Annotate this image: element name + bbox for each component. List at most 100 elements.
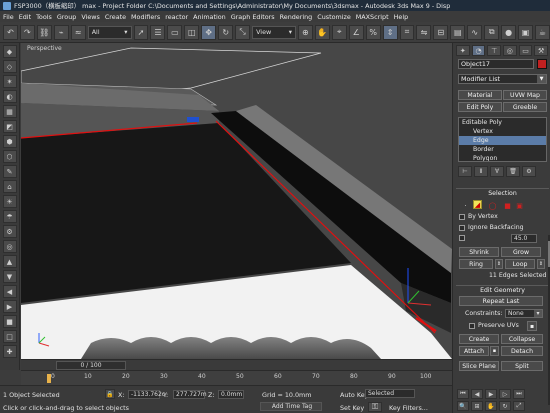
menu-views[interactable]: Views xyxy=(81,13,100,21)
edit-geometry-rollout-header[interactable]: Edit Geometry xyxy=(456,285,549,294)
align-icon[interactable]: ⊟ xyxy=(433,24,449,40)
by-vertex-checkbox[interactable]: By Vertex xyxy=(459,213,498,220)
key-icon[interactable]: ⚿ xyxy=(368,402,382,412)
loop-spinner-icon[interactable]: ⇕ xyxy=(537,259,545,269)
tool-12-icon[interactable]: ☂ xyxy=(2,210,17,223)
material-button[interactable]: Material xyxy=(458,90,502,100)
select-manipulate-icon[interactable]: ✋ xyxy=(314,24,330,40)
maximize-viewport-icon[interactable]: ⤢ xyxy=(513,401,525,411)
pan-icon[interactable]: ✋ xyxy=(485,401,497,411)
play-icon[interactable]: ▶ xyxy=(485,389,497,399)
tool-20-icon[interactable]: □ xyxy=(2,330,17,343)
rectangular-selection-icon[interactable]: ▭ xyxy=(167,24,183,40)
make-unique-icon[interactable]: ∀ xyxy=(490,166,504,177)
tool-4-icon[interactable]: ◐ xyxy=(2,90,17,103)
ring-button[interactable]: Ring xyxy=(459,259,493,269)
tool-2-icon[interactable]: ◇ xyxy=(2,60,17,73)
detach-button[interactable]: Detach xyxy=(501,346,543,356)
modify-tab-icon[interactable]: ◔ xyxy=(471,45,486,56)
slice-plane-button[interactable]: Slice Plane xyxy=(459,361,499,371)
menu-customize[interactable]: Customize xyxy=(317,13,351,21)
repeat-last-button[interactable]: Repeat Last xyxy=(459,296,543,306)
goto-end-icon[interactable]: ⏭ xyxy=(513,389,525,399)
add-time-tag-button[interactable]: Add Time Tag xyxy=(260,402,322,411)
edit-poly-button[interactable]: Edit Poly xyxy=(458,102,502,112)
select-scale-icon[interactable]: ⤡ xyxy=(235,24,251,40)
viewport-label[interactable]: Perspective xyxy=(27,45,62,52)
y-coordinate-field[interactable]: 277.727m xyxy=(173,390,207,399)
shrink-button[interactable]: Shrink xyxy=(459,247,499,257)
stack-item-edge[interactable]: Edge xyxy=(459,136,546,145)
orbit-icon[interactable]: ↻ xyxy=(499,401,511,411)
tool-8-icon[interactable]: ⬡ xyxy=(2,150,17,163)
by-angle-checkbox[interactable] xyxy=(459,235,468,241)
preserve-uvs-settings-icon[interactable]: ▪ xyxy=(527,321,537,331)
render-icon[interactable]: ☕ xyxy=(535,24,550,40)
menu-edit[interactable]: Edit xyxy=(19,13,31,21)
motion-tab-icon[interactable]: ◎ xyxy=(503,45,517,56)
percent-snap-icon[interactable]: % xyxy=(365,24,381,40)
attach-settings-icon[interactable]: ▪ xyxy=(490,346,499,356)
unlink-icon[interactable]: ⌁ xyxy=(53,24,69,40)
tool-3-icon[interactable]: ✶ xyxy=(2,75,17,88)
tool-16-icon[interactable]: ▼ xyxy=(2,270,17,283)
mirror-icon[interactable]: ⇋ xyxy=(416,24,432,40)
pin-stack-icon[interactable]: ⊢ xyxy=(458,166,472,177)
goto-start-icon[interactable]: ⏮ xyxy=(457,389,469,399)
select-by-name-icon[interactable]: ☰ xyxy=(150,24,166,40)
tool-21-icon[interactable]: ✚ xyxy=(2,345,17,358)
set-key-button[interactable]: Set Key xyxy=(340,404,364,412)
prev-frame-icon[interactable]: ◀ xyxy=(471,389,483,399)
collapse-button[interactable]: Collapse xyxy=(501,334,543,344)
selection-filter-dropdown[interactable]: All ▾ xyxy=(87,25,132,39)
key-filters-button[interactable]: Key Filters... xyxy=(389,404,428,412)
stack-item-polygon[interactable]: Polygon xyxy=(459,154,546,161)
menu-graph-editors[interactable]: Graph Editors xyxy=(231,13,275,21)
tool-15-icon[interactable]: ▲ xyxy=(2,255,17,268)
greeble-button[interactable]: Greeble xyxy=(503,102,547,112)
layer-manager-icon[interactable]: ▤ xyxy=(450,24,466,40)
border-mode-icon[interactable]: ◯ xyxy=(488,201,497,210)
modifier-list-dropdown[interactable]: Modifier List ▼ xyxy=(458,74,547,84)
tool-14-icon[interactable]: ◎ xyxy=(2,240,17,253)
select-move-icon[interactable]: ✥ xyxy=(201,24,217,40)
key-mode-dropdown[interactable]: Selected xyxy=(365,389,415,398)
tool-13-icon[interactable]: ⚙ xyxy=(2,225,17,238)
edge-mode-icon[interactable]: ◢ xyxy=(473,200,482,209)
ring-spinner-icon[interactable]: ⇕ xyxy=(495,259,503,269)
tool-11-icon[interactable]: ☀ xyxy=(2,195,17,208)
menu-maxscript[interactable]: MAXScript xyxy=(356,13,389,21)
create-button[interactable]: Create xyxy=(459,334,499,344)
split-button[interactable]: Split xyxy=(501,361,543,371)
render-setup-icon[interactable]: ▣ xyxy=(518,24,534,40)
loop-button[interactable]: Loop xyxy=(505,259,535,269)
menu-create[interactable]: Create xyxy=(105,13,126,21)
polygon-mode-icon[interactable]: ■ xyxy=(503,201,512,210)
attach-button[interactable]: Attach xyxy=(459,346,489,356)
menu-tools[interactable]: Tools xyxy=(36,13,52,21)
tool-19-icon[interactable]: ■ xyxy=(2,315,17,328)
tool-17-icon[interactable]: ◀ xyxy=(2,285,17,298)
window-crossing-icon[interactable]: ◫ xyxy=(184,24,200,40)
menu-animation[interactable]: Animation xyxy=(193,13,226,21)
tool-5-icon[interactable]: ▦ xyxy=(2,105,17,118)
menu-reactor[interactable]: reactor xyxy=(165,13,188,21)
zoom-all-icon[interactable]: ⊞ xyxy=(471,401,483,411)
by-angle-spinner[interactable]: 45.0 xyxy=(511,234,537,243)
tool-9-icon[interactable]: ✎ xyxy=(2,165,17,178)
create-tab-icon[interactable]: ✦ xyxy=(456,45,470,56)
undo-icon[interactable]: ↶ xyxy=(3,24,18,40)
hierarchy-tab-icon[interactable]: ⊤ xyxy=(487,45,502,56)
stack-item-vertex[interactable]: Vertex xyxy=(459,127,546,136)
redo-icon[interactable]: ↷ xyxy=(19,24,35,40)
lock-selection-icon[interactable]: 🔒 xyxy=(105,389,115,399)
display-tab-icon[interactable]: ▭ xyxy=(518,45,533,56)
material-editor-icon[interactable]: ● xyxy=(501,24,517,40)
select-object-icon[interactable]: ➚ xyxy=(133,24,149,40)
vertex-mode-icon[interactable]: · xyxy=(461,201,470,210)
menu-rendering[interactable]: Rendering xyxy=(280,13,313,21)
tool-7-icon[interactable]: ⬢ xyxy=(2,135,17,148)
grow-button[interactable]: Grow xyxy=(501,247,541,257)
link-icon[interactable]: ⛓ xyxy=(36,24,52,40)
pivot-center-icon[interactable]: ⊕ xyxy=(297,24,313,40)
